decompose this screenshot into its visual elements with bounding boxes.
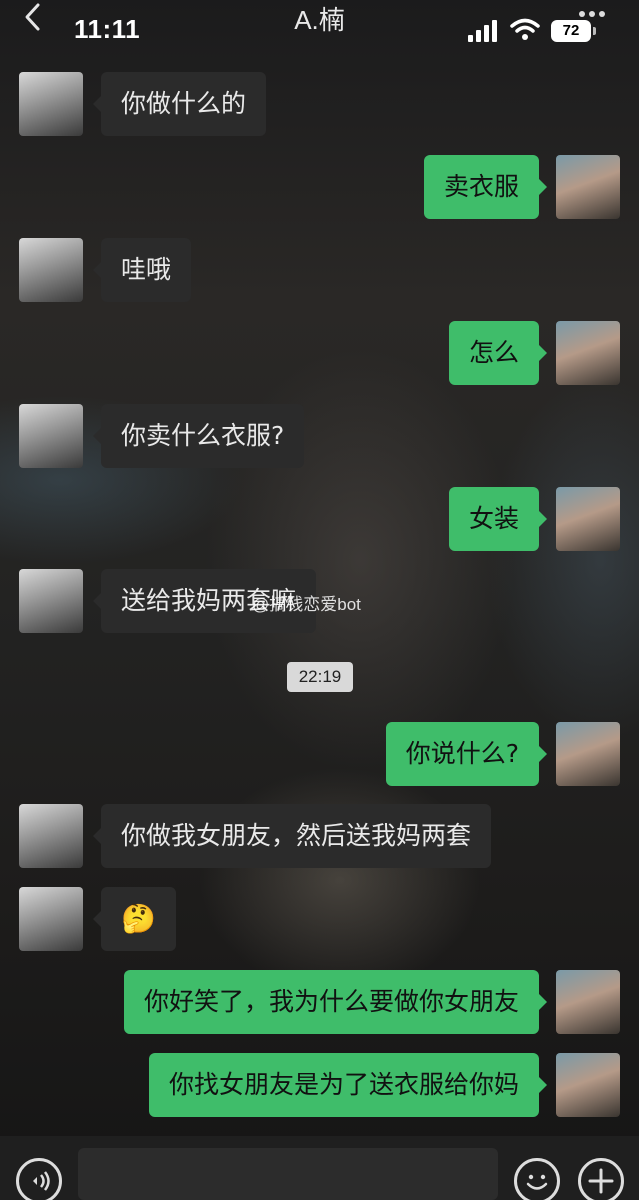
plus-icon[interactable]: [578, 1158, 624, 1200]
message-bubble-outgoing[interactable]: 你好笑了，我为什么要做你女朋友: [123, 970, 548, 1034]
message-bubble-emoji[interactable]: 🤔: [93, 887, 176, 951]
message-bubble-outgoing[interactable]: 你说什么?: [385, 722, 548, 786]
message-timestamp: 22:19: [287, 662, 353, 692]
watermark: @搞钱恋爱bot: [252, 595, 361, 614]
contact-avatar[interactable]: [19, 238, 83, 302]
wifi-icon: [510, 18, 540, 40]
my-avatar[interactable]: [556, 722, 620, 786]
message-bubble-incoming[interactable]: 你做什么的: [92, 72, 267, 136]
my-avatar[interactable]: [556, 321, 620, 385]
message-bubble-incoming[interactable]: 哇哦: [92, 238, 192, 302]
my-avatar[interactable]: [556, 155, 620, 219]
message-bubble-incoming[interactable]: 你做我女朋友，然后送我妈两套: [92, 804, 492, 868]
chat-title: A.楠: [294, 5, 345, 35]
contact-avatar[interactable]: [19, 569, 83, 633]
contact-avatar[interactable]: [19, 887, 83, 951]
contact-avatar[interactable]: [19, 404, 83, 468]
message-bubble-outgoing[interactable]: 你找女朋友是为了送衣服给你妈: [148, 1053, 548, 1117]
contact-avatar[interactable]: [19, 804, 83, 868]
signal-icon: [468, 20, 497, 42]
emoji-icon[interactable]: [514, 1158, 560, 1200]
battery-nub: [593, 27, 596, 35]
contact-avatar[interactable]: [19, 72, 83, 136]
more-dots-icon[interactable]: [578, 10, 606, 18]
message-bubble-outgoing[interactable]: 卖衣服: [423, 155, 548, 219]
my-avatar[interactable]: [556, 970, 620, 1034]
battery-icon: 72: [551, 20, 591, 42]
message-bubble-incoming[interactable]: 你卖什么衣服?: [92, 404, 305, 468]
my-avatar[interactable]: [556, 487, 620, 551]
message-bubble-outgoing[interactable]: 怎么: [448, 321, 548, 385]
message-input[interactable]: [78, 1148, 498, 1200]
message-bubble-outgoing[interactable]: 女装: [448, 487, 548, 551]
my-avatar[interactable]: [556, 1053, 620, 1117]
voice-icon[interactable]: [16, 1158, 62, 1200]
status-bar: 11:11 A.楠 72: [0, 0, 639, 56]
